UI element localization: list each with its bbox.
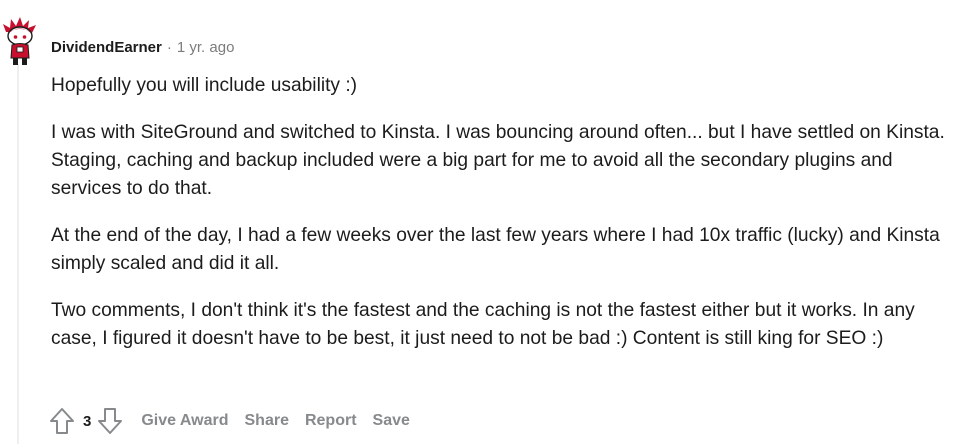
vote-score: 3 bbox=[83, 412, 92, 430]
save-button[interactable]: Save bbox=[373, 412, 410, 430]
report-button[interactable]: Report bbox=[305, 412, 357, 430]
comment-paragraph: At the end of the day, I had a few weeks… bbox=[51, 225, 940, 274]
user-avatar[interactable] bbox=[2, 14, 38, 66]
comment-author[interactable]: DividendEarner bbox=[51, 39, 162, 56]
comment-timestamp[interactable]: 1 yr. ago bbox=[177, 39, 235, 56]
share-button[interactable]: Share bbox=[245, 412, 289, 430]
comment-meta: DividendEarner · 1 yr. ago bbox=[51, 38, 234, 58]
comment-action-bar: 3 Give Award Share Report Save bbox=[47, 404, 410, 438]
snoo-avatar-icon bbox=[3, 17, 36, 65]
comment-paragraph: Hopefully you will include usability :) bbox=[51, 75, 358, 96]
give-award-button[interactable]: Give Award bbox=[141, 412, 228, 430]
downvote-arrow-icon[interactable] bbox=[95, 404, 125, 438]
meta-separator: · bbox=[166, 39, 172, 56]
comment-thread-line[interactable] bbox=[17, 64, 19, 444]
upvote-arrow-icon[interactable] bbox=[47, 404, 77, 438]
comment-body: Hopefully you will include usability :) … bbox=[51, 72, 951, 372]
comment-paragraph: Two comments, I don't think it's the fas… bbox=[51, 300, 915, 349]
comment-paragraph: I was with SiteGround and switched to Ki… bbox=[51, 122, 945, 199]
